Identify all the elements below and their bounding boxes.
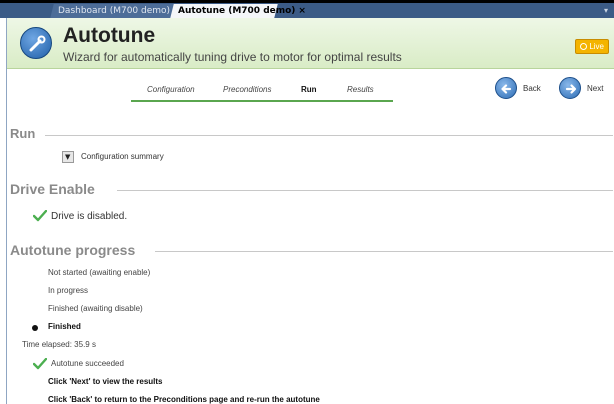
live-label: Live xyxy=(589,42,604,51)
checkmark-icon xyxy=(33,358,47,370)
wizard-header: Autotune Wizard for automatically tuning… xyxy=(7,18,614,69)
wrench-icon xyxy=(20,27,52,59)
chevron-down-icon: ▼ xyxy=(65,153,71,161)
autotune-progress-heading: Autotune progress xyxy=(10,242,136,258)
autotune-wizard: Autotune Wizard for automatically tuning… xyxy=(6,18,614,404)
document-tab-bar: Dashboard (M700 demo)x Autotune (M700 de… xyxy=(0,3,614,18)
hint-next: Click 'Next' to view the results xyxy=(48,377,163,386)
tab-overflow-icon[interactable]: ▾ xyxy=(604,6,608,15)
hint-back: Click 'Back' to return to the Preconditi… xyxy=(48,395,320,404)
step-run[interactable]: Run xyxy=(301,85,317,94)
drive-enable-divider xyxy=(117,190,613,191)
back-button[interactable] xyxy=(495,77,517,99)
drive-status-text: Drive is disabled. xyxy=(51,211,128,222)
autotune-progress-divider xyxy=(155,251,613,252)
live-indicator-icon xyxy=(580,43,587,50)
state-in-progress: In progress xyxy=(48,286,89,295)
live-badge: Live xyxy=(575,39,609,54)
expand-summary-button[interactable]: ▼ xyxy=(62,151,74,163)
step-configuration[interactable]: Configuration xyxy=(147,85,195,94)
state-not-started: Not started (awaiting enable) xyxy=(48,268,151,277)
arrow-right-icon xyxy=(565,84,577,94)
page-title: Autotune xyxy=(63,24,156,47)
checkmark-icon xyxy=(33,210,47,222)
time-elapsed: Time elapsed: 35.9 s xyxy=(22,340,96,349)
run-heading: Run xyxy=(10,126,36,141)
page-subtitle: Wizard for automatically tuning drive to… xyxy=(63,50,402,64)
state-finished: Finished xyxy=(48,322,81,331)
autotune-result: Autotune succeeded xyxy=(51,359,124,368)
drive-enable-heading: Drive Enable xyxy=(10,181,95,197)
step-underline xyxy=(131,100,393,102)
wizard-steps: Configuration Preconditions Run Results … xyxy=(7,70,614,108)
step-results[interactable]: Results xyxy=(347,85,374,94)
step-preconditions[interactable]: Preconditions xyxy=(223,85,271,94)
tab-autotune[interactable]: Autotune (M700 demo) × xyxy=(170,4,306,18)
run-divider xyxy=(45,135,613,136)
next-label[interactable]: Next xyxy=(587,84,603,93)
close-icon[interactable]: × xyxy=(298,6,306,16)
next-button[interactable] xyxy=(559,77,581,99)
tab-autotune-label: Autotune (M700 demo) xyxy=(178,6,296,16)
state-finished-awaiting: Finished (awaiting disable) xyxy=(48,304,143,313)
arrow-left-icon xyxy=(501,84,512,94)
current-state-bullet-icon xyxy=(32,325,38,331)
back-label[interactable]: Back xyxy=(523,84,541,93)
tab-dashboard-label: Dashboard (M700 demo) xyxy=(58,6,171,16)
tab-dashboard[interactable]: Dashboard (M700 demo)x xyxy=(50,4,179,18)
configuration-summary-label[interactable]: Configuration summary xyxy=(81,152,164,161)
